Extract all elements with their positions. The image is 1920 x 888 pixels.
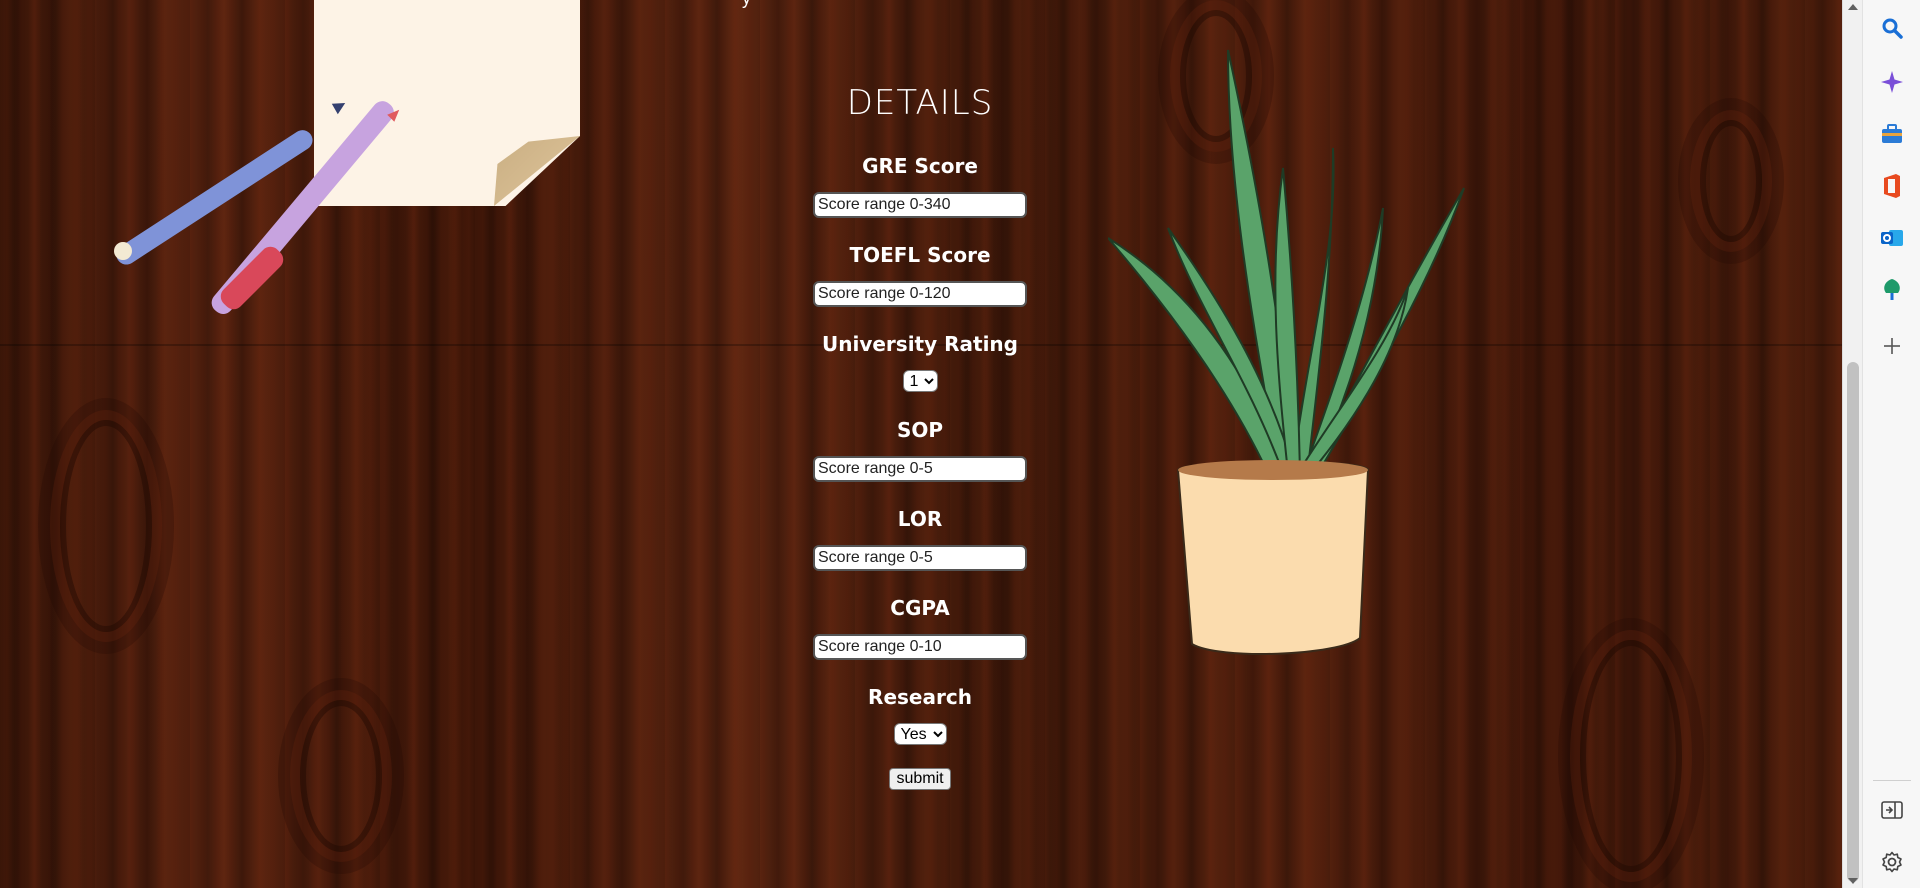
details-form: DETAILS GRE Score TOEFL Score University…	[740, 78, 1100, 790]
sop-input[interactable]	[813, 456, 1027, 482]
office-icon[interactable]	[1880, 174, 1904, 198]
briefcase-icon[interactable]	[1880, 122, 1904, 146]
wood-knot	[1700, 120, 1762, 242]
search-icon[interactable]	[1880, 16, 1904, 40]
blue-pen-cap	[114, 242, 132, 260]
plant-pot	[1176, 460, 1370, 656]
lor-input[interactable]	[813, 545, 1027, 571]
add-icon[interactable]	[1880, 334, 1904, 358]
page-background: y DETAILS GRE Score TOEFL Score Universi…	[0, 0, 1842, 888]
toefl-label: TOEFL Score	[849, 243, 991, 267]
research-label: Research	[868, 685, 972, 709]
potted-plant-illustration	[1108, 49, 1465, 656]
page-title: DETAILS	[846, 83, 994, 123]
outlook-icon[interactable]	[1880, 226, 1904, 250]
paper-illustration	[314, 0, 580, 206]
cgpa-label: CGPA	[890, 596, 950, 620]
toefl-input[interactable]	[813, 281, 1027, 307]
wood-knot	[1580, 640, 1682, 872]
university-rating-label: University Rating	[822, 332, 1018, 356]
lor-label: LOR	[897, 507, 943, 531]
cut-off-text: y	[742, 0, 751, 9]
scroll-up-arrow-icon[interactable]	[1848, 4, 1858, 10]
cgpa-input[interactable]	[813, 634, 1027, 660]
tree-icon[interactable]	[1880, 278, 1904, 302]
gre-input[interactable]	[813, 192, 1027, 218]
research-select[interactable]: Yes	[893, 723, 947, 745]
sidebar-divider	[1873, 780, 1911, 781]
pot-soil	[1178, 460, 1368, 480]
vertical-scrollbar[interactable]	[1842, 0, 1863, 888]
submit-button[interactable]: submit	[889, 768, 951, 790]
browser-sidebar	[1862, 0, 1920, 888]
wood-knot	[300, 700, 382, 852]
scroll-down-arrow-icon[interactable]	[1848, 878, 1858, 884]
split-screen-icon[interactable]	[1880, 798, 1904, 822]
settings-icon[interactable]	[1880, 850, 1904, 874]
wood-knot	[60, 420, 152, 632]
copilot-sparkle-icon[interactable]	[1880, 70, 1904, 94]
university-rating-select[interactable]: 1	[902, 370, 938, 392]
gre-label: GRE Score	[862, 154, 978, 178]
scrollbar-thumb[interactable]	[1847, 362, 1859, 882]
sop-label: SOP	[896, 418, 944, 442]
blue-pen-illustration	[112, 126, 317, 269]
